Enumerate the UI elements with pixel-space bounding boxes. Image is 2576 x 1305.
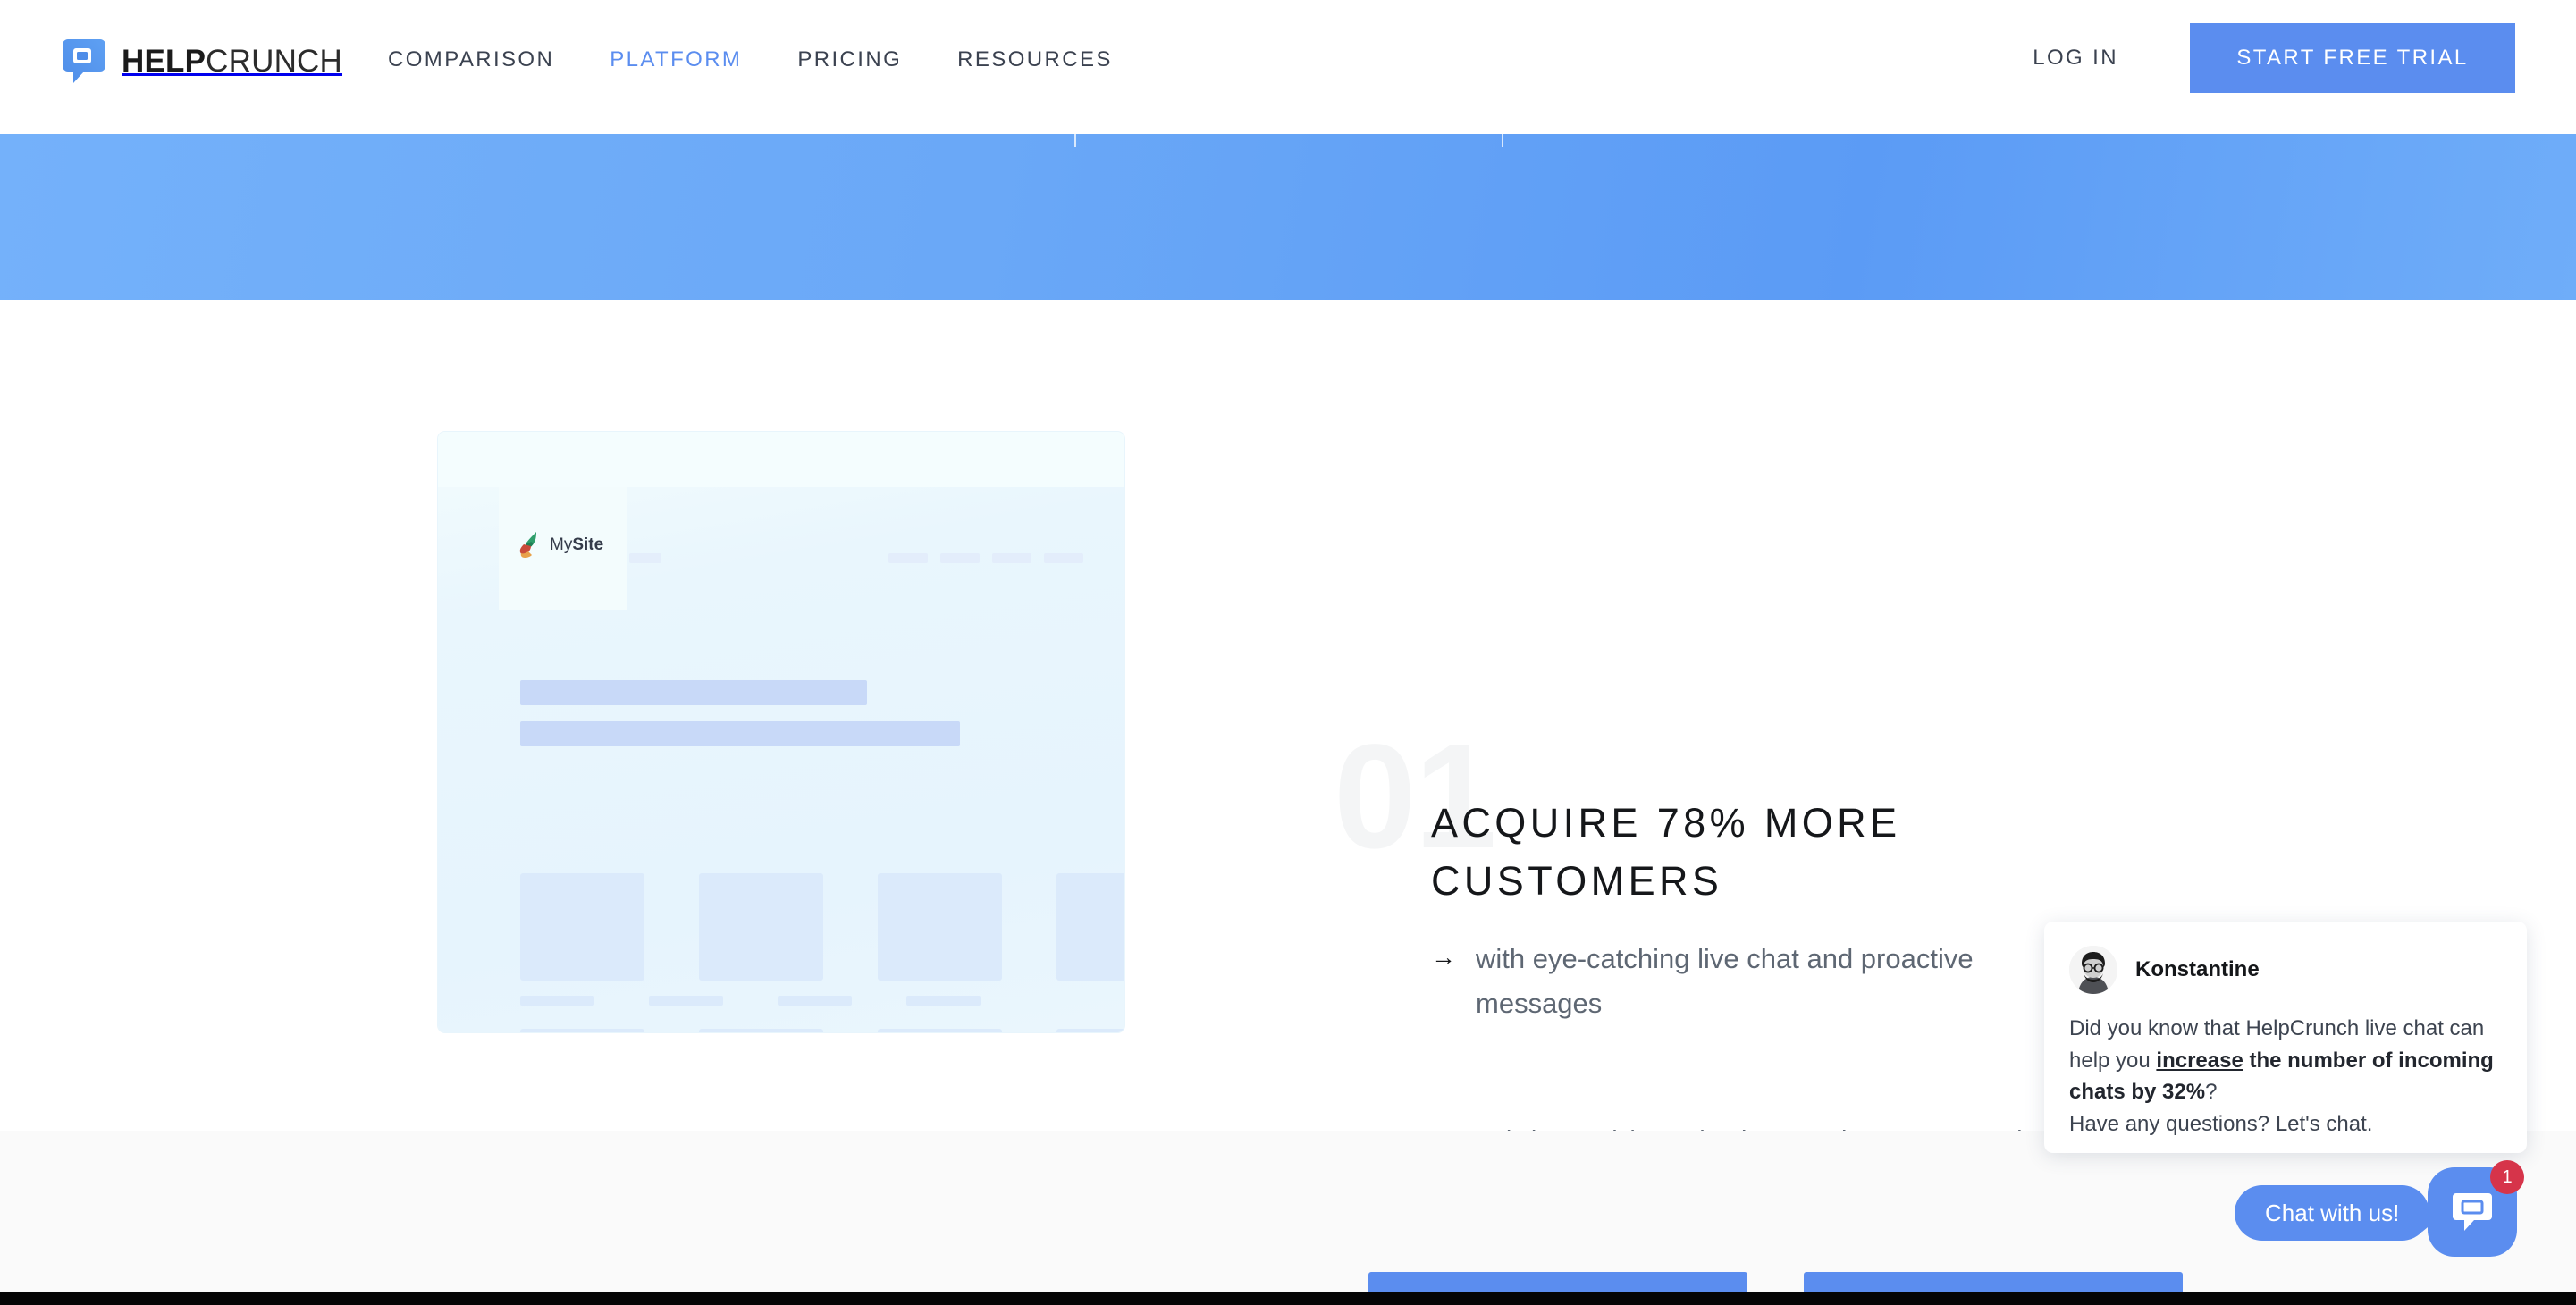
chat-launcher-unread-badge: 1 xyxy=(2490,1160,2524,1194)
mockup-card-label xyxy=(649,996,723,1006)
chat-bubble-icon xyxy=(2450,1190,2495,1234)
mockup-card xyxy=(1056,1029,1124,1032)
mockup-logo-my: My xyxy=(550,535,573,554)
helpcrunch-logo[interactable]: HELPCRUNCH xyxy=(61,38,342,84)
bottom-section: ✕ ✕ ✕ xyxy=(0,1131,2576,1305)
mockup-card-label xyxy=(778,996,852,1006)
nav-item-comparison[interactable]: COMPARISON xyxy=(388,49,554,71)
viewport-bottom-edge xyxy=(0,1292,2576,1305)
page-root: HELPCRUNCH COMPARISON PLATFORM PRICING R… xyxy=(0,0,2576,1305)
helpcrunch-speech-bubble-logo-icon xyxy=(61,38,107,84)
chat-popup-agent-name: Konstantine xyxy=(2135,957,2260,981)
mockup-nav-links xyxy=(888,553,1083,563)
mockup-site-logo-text: MySite xyxy=(550,536,603,553)
mockup-logo-site: Site xyxy=(572,535,604,554)
mockup-card xyxy=(1056,873,1124,981)
chat-launcher-button[interactable]: 1 xyxy=(2428,1160,2524,1257)
chat-with-us-label: Chat with us! xyxy=(2265,1200,2400,1226)
agent-avatar-konstantine xyxy=(2069,946,2117,994)
mockup-card xyxy=(878,873,1002,981)
popup-msg-link[interactable]: increase xyxy=(2156,1048,2243,1073)
logo-word-help: HELP xyxy=(122,43,206,79)
feature-subtitle-row: → with eye-catching live chat and proact… xyxy=(1431,937,2057,1026)
mockup-topbar xyxy=(438,432,1124,487)
popup-msg-line2: Have any questions? Let's chat. xyxy=(2069,1111,2373,1136)
login-link[interactable]: LOG IN xyxy=(2033,46,2118,71)
logo-wordmark: HELPCRUNCH xyxy=(122,46,342,77)
mockup-card-row-bottom xyxy=(520,1029,1124,1032)
mockup-nav-link xyxy=(1044,553,1083,563)
mockup-heading-bar-2 xyxy=(520,721,960,746)
start-free-trial-button[interactable]: START FREE TRIAL xyxy=(2190,23,2515,93)
nav-item-resources[interactable]: RESOURCES xyxy=(957,49,1113,71)
mockup-card xyxy=(520,1029,644,1032)
site-header: HELPCRUNCH COMPARISON PLATFORM PRICING R… xyxy=(0,0,2576,134)
mockup-card xyxy=(878,1029,1002,1032)
hero-blue-banner xyxy=(0,134,2576,300)
website-mockup-illustration: MySite xyxy=(438,432,1124,1032)
chat-popup-header: Konstantine xyxy=(2069,946,2260,994)
feature-subtitle: with eye-catching live chat and proactiv… xyxy=(1476,943,1974,1020)
banner-divider-2 xyxy=(1502,134,1503,147)
mockup-heading-bar-1 xyxy=(520,680,867,705)
mockup-site-logo: MySite xyxy=(518,530,603,560)
nav-item-pricing[interactable]: PRICING xyxy=(797,49,902,71)
popup-msg-qmark: ? xyxy=(2205,1080,2218,1105)
chat-with-us-bubble[interactable]: Chat with us! xyxy=(2235,1185,2443,1241)
feature-title: ACQUIRE 78% MORE CUSTOMERS xyxy=(1431,800,1901,904)
main-navigation: COMPARISON PLATFORM PRICING RESOURCES xyxy=(388,49,1113,71)
mockup-card-row-top xyxy=(520,873,1124,981)
chat-popup-message: Did you know that HelpCrunch live chat c… xyxy=(2069,1013,2509,1140)
mockup-nav-link xyxy=(992,553,1031,563)
mockup-card-label xyxy=(520,996,594,1006)
mockup-card-label xyxy=(906,996,981,1006)
mockup-nav-placeholder xyxy=(629,553,661,563)
nav-item-platform[interactable]: PLATFORM xyxy=(610,49,742,71)
banner-divider-1 xyxy=(1074,134,1076,147)
logo-word-crunch: CRUNCH xyxy=(206,43,343,79)
mockup-nav-link xyxy=(940,553,980,563)
proactive-chat-popup: Konstantine Did you know that HelpCrunch… xyxy=(2044,922,2527,1153)
arrow-right-icon: → xyxy=(1431,943,1456,971)
header-actions: LOG IN START FREE TRIAL xyxy=(2033,23,2515,93)
mockup-card xyxy=(699,1029,823,1032)
mockup-card xyxy=(520,873,644,981)
mysite-ribbon-icon xyxy=(518,530,542,560)
mockup-card xyxy=(699,873,823,981)
mockup-nav-link xyxy=(888,553,928,563)
mockup-card-label-row xyxy=(520,996,981,1006)
